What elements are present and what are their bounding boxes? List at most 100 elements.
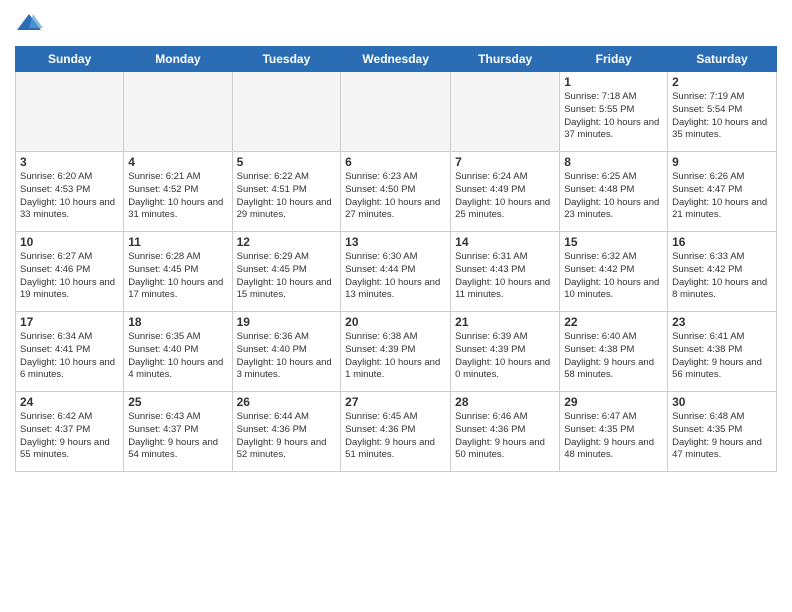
calendar-cell xyxy=(16,72,124,152)
day-number: 14 xyxy=(455,235,555,249)
day-number: 10 xyxy=(20,235,119,249)
day-info: Sunrise: 6:35 AM Sunset: 4:40 PM Dayligh… xyxy=(128,331,227,382)
day-number: 6 xyxy=(345,155,446,169)
day-info: Sunrise: 6:20 AM Sunset: 4:53 PM Dayligh… xyxy=(20,171,119,222)
day-info: Sunrise: 6:48 AM Sunset: 4:35 PM Dayligh… xyxy=(672,411,772,462)
day-info: Sunrise: 6:34 AM Sunset: 4:41 PM Dayligh… xyxy=(20,331,119,382)
day-number: 5 xyxy=(237,155,337,169)
day-number: 7 xyxy=(455,155,555,169)
week-row-0: 1 Sunrise: 7:18 AM Sunset: 5:55 PM Daylig… xyxy=(16,72,777,152)
day-number: 16 xyxy=(672,235,772,249)
day-info: Sunrise: 6:23 AM Sunset: 4:50 PM Dayligh… xyxy=(345,171,446,222)
calendar-cell: 24 Sunrise: 6:42 AM Sunset: 4:37 PM Dayli… xyxy=(16,392,124,472)
day-number: 1 xyxy=(564,75,663,89)
day-number: 9 xyxy=(672,155,772,169)
day-info: Sunrise: 7:19 AM Sunset: 5:54 PM Dayligh… xyxy=(672,91,772,142)
logo-icon xyxy=(15,10,43,38)
day-info: Sunrise: 6:32 AM Sunset: 4:42 PM Dayligh… xyxy=(564,251,663,302)
calendar-cell: 30 Sunrise: 6:48 AM Sunset: 4:35 PM Dayli… xyxy=(668,392,777,472)
logo xyxy=(15,10,47,38)
day-info: Sunrise: 6:43 AM Sunset: 4:37 PM Dayligh… xyxy=(128,411,227,462)
day-header-saturday: Saturday xyxy=(668,47,777,72)
day-info: Sunrise: 6:27 AM Sunset: 4:46 PM Dayligh… xyxy=(20,251,119,302)
day-header-thursday: Thursday xyxy=(451,47,560,72)
header-row: SundayMondayTuesdayWednesdayThursdayFrid… xyxy=(16,47,777,72)
week-row-3: 17 Sunrise: 6:34 AM Sunset: 4:41 PM Dayli… xyxy=(16,312,777,392)
calendar-cell: 5Sunrise: 6:22 AM Sunset: 4:51 PM Daylig… xyxy=(232,152,341,232)
calendar-cell: 9 Sunrise: 6:26 AM Sunset: 4:47 PM Daylig… xyxy=(668,152,777,232)
day-number: 13 xyxy=(345,235,446,249)
calendar-cell: 27Sunrise: 6:45 AM Sunset: 4:36 PM Dayli… xyxy=(341,392,451,472)
calendar-cell: 2 Sunrise: 7:19 AM Sunset: 5:54 PM Daylig… xyxy=(668,72,777,152)
day-info: Sunrise: 6:42 AM Sunset: 4:37 PM Dayligh… xyxy=(20,411,119,462)
day-info: Sunrise: 6:40 AM Sunset: 4:38 PM Dayligh… xyxy=(564,331,663,382)
calendar-cell: 23Sunrise: 6:41 AM Sunset: 4:38 PM Dayli… xyxy=(668,312,777,392)
calendar-cell: 7 Sunrise: 6:24 AM Sunset: 4:49 PM Daylig… xyxy=(451,152,560,232)
day-info: Sunrise: 6:21 AM Sunset: 4:52 PM Dayligh… xyxy=(128,171,227,222)
header xyxy=(15,10,777,38)
calendar-cell: 29Sunrise: 6:47 AM Sunset: 4:35 PM Dayli… xyxy=(560,392,668,472)
day-number: 8 xyxy=(564,155,663,169)
calendar-cell: 4 Sunrise: 6:21 AM Sunset: 4:52 PM Daylig… xyxy=(124,152,232,232)
calendar-cell: 17 Sunrise: 6:34 AM Sunset: 4:41 PM Dayli… xyxy=(16,312,124,392)
day-info: Sunrise: 6:29 AM Sunset: 4:45 PM Dayligh… xyxy=(237,251,337,302)
day-number: 15 xyxy=(564,235,663,249)
calendar-cell: 6 Sunrise: 6:23 AM Sunset: 4:50 PM Daylig… xyxy=(341,152,451,232)
calendar-cell: 28 Sunrise: 6:46 AM Sunset: 4:36 PM Dayli… xyxy=(451,392,560,472)
day-number: 17 xyxy=(20,315,119,329)
day-number: 22 xyxy=(564,315,663,329)
day-info: Sunrise: 6:38 AM Sunset: 4:39 PM Dayligh… xyxy=(345,331,446,382)
day-info: Sunrise: 6:44 AM Sunset: 4:36 PM Dayligh… xyxy=(237,411,337,462)
calendar-cell: 14 Sunrise: 6:31 AM Sunset: 4:43 PM Dayli… xyxy=(451,232,560,312)
day-info: Sunrise: 7:18 AM Sunset: 5:55 PM Dayligh… xyxy=(564,91,663,142)
calendar-cell: 11Sunrise: 6:28 AM Sunset: 4:45 PM Dayli… xyxy=(124,232,232,312)
week-row-1: 3 Sunrise: 6:20 AM Sunset: 4:53 PM Daylig… xyxy=(16,152,777,232)
calendar-cell xyxy=(124,72,232,152)
calendar-cell xyxy=(451,72,560,152)
day-header-tuesday: Tuesday xyxy=(232,47,341,72)
day-number: 18 xyxy=(128,315,227,329)
calendar-cell xyxy=(341,72,451,152)
day-number: 11 xyxy=(128,235,227,249)
calendar-cell: 21 Sunrise: 6:39 AM Sunset: 4:39 PM Dayli… xyxy=(451,312,560,392)
calendar-cell: 25 Sunrise: 6:43 AM Sunset: 4:37 PM Dayli… xyxy=(124,392,232,472)
day-header-friday: Friday xyxy=(560,47,668,72)
day-header-sunday: Sunday xyxy=(16,47,124,72)
day-info: Sunrise: 6:33 AM Sunset: 4:42 PM Dayligh… xyxy=(672,251,772,302)
calendar-cell: 18 Sunrise: 6:35 AM Sunset: 4:40 PM Dayli… xyxy=(124,312,232,392)
calendar-cell: 1 Sunrise: 7:18 AM Sunset: 5:55 PM Daylig… xyxy=(560,72,668,152)
day-number: 21 xyxy=(455,315,555,329)
day-info: Sunrise: 6:41 AM Sunset: 4:38 PM Dayligh… xyxy=(672,331,772,382)
day-info: Sunrise: 6:25 AM Sunset: 4:48 PM Dayligh… xyxy=(564,171,663,222)
calendar-cell xyxy=(232,72,341,152)
day-number: 12 xyxy=(237,235,337,249)
day-info: Sunrise: 6:26 AM Sunset: 4:47 PM Dayligh… xyxy=(672,171,772,222)
day-info: Sunrise: 6:24 AM Sunset: 4:49 PM Dayligh… xyxy=(455,171,555,222)
day-number: 4 xyxy=(128,155,227,169)
calendar-cell: 15 Sunrise: 6:32 AM Sunset: 4:42 PM Dayli… xyxy=(560,232,668,312)
day-number: 30 xyxy=(672,395,772,409)
calendar-cell: 22 Sunrise: 6:40 AM Sunset: 4:38 PM Dayli… xyxy=(560,312,668,392)
day-info: Sunrise: 6:31 AM Sunset: 4:43 PM Dayligh… xyxy=(455,251,555,302)
day-number: 29 xyxy=(564,395,663,409)
calendar-cell: 3 Sunrise: 6:20 AM Sunset: 4:53 PM Daylig… xyxy=(16,152,124,232)
day-info: Sunrise: 6:36 AM Sunset: 4:40 PM Dayligh… xyxy=(237,331,337,382)
day-header-monday: Monday xyxy=(124,47,232,72)
day-number: 28 xyxy=(455,395,555,409)
day-info: Sunrise: 6:39 AM Sunset: 4:39 PM Dayligh… xyxy=(455,331,555,382)
calendar-cell: 10 Sunrise: 6:27 AM Sunset: 4:46 PM Dayli… xyxy=(16,232,124,312)
calendar-header: SundayMondayTuesdayWednesdayThursdayFrid… xyxy=(16,47,777,72)
day-number: 24 xyxy=(20,395,119,409)
week-row-2: 10 Sunrise: 6:27 AM Sunset: 4:46 PM Dayli… xyxy=(16,232,777,312)
calendar-cell: 8 Sunrise: 6:25 AM Sunset: 4:48 PM Daylig… xyxy=(560,152,668,232)
calendar-cell: 12 Sunrise: 6:29 AM Sunset: 4:45 PM Dayli… xyxy=(232,232,341,312)
day-number: 2 xyxy=(672,75,772,89)
calendar-cell: 20 Sunrise: 6:38 AM Sunset: 4:39 PM Dayli… xyxy=(341,312,451,392)
day-number: 3 xyxy=(20,155,119,169)
day-info: Sunrise: 6:46 AM Sunset: 4:36 PM Dayligh… xyxy=(455,411,555,462)
day-number: 25 xyxy=(128,395,227,409)
calendar-table: SundayMondayTuesdayWednesdayThursdayFrid… xyxy=(15,46,777,472)
calendar-cell: 13 Sunrise: 6:30 AM Sunset: 4:44 PM Dayli… xyxy=(341,232,451,312)
day-number: 20 xyxy=(345,315,446,329)
day-info: Sunrise: 6:30 AM Sunset: 4:44 PM Dayligh… xyxy=(345,251,446,302)
